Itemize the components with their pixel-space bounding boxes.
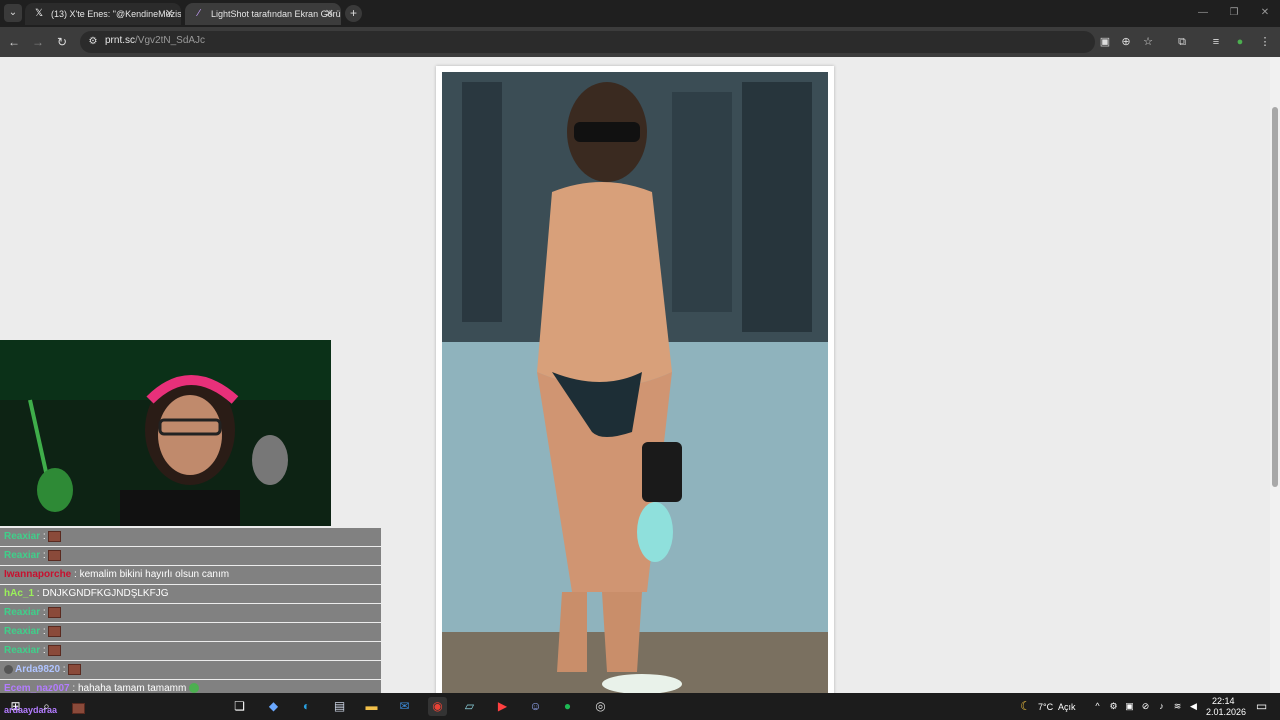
emote-icon bbox=[47, 625, 61, 637]
emote-icon bbox=[67, 663, 81, 675]
edge-browser-icon[interactable]: ◐ bbox=[297, 697, 316, 716]
chat-username: hAc_1 bbox=[4, 588, 35, 599]
chat-message: Reaxiar : bbox=[0, 642, 381, 660]
discord-icon[interactable]: ☺ bbox=[526, 697, 545, 716]
back-arrow-icon[interactable]: ← bbox=[6, 34, 22, 50]
forward-arrow-icon[interactable]: → bbox=[30, 34, 46, 50]
close-window-button[interactable]: ✕ bbox=[1250, 4, 1280, 22]
screenshot-image bbox=[442, 72, 828, 696]
weather-text: Açık bbox=[1058, 702, 1076, 712]
clock-date[interactable]: 2.01.2026 bbox=[1206, 707, 1246, 717]
chat-username: Reaxiar bbox=[4, 626, 41, 637]
chat-message: Reaxiar : bbox=[0, 528, 381, 546]
chat-username: Iwannaporche bbox=[4, 569, 72, 580]
address-toolbar: ← → ↻ ⚙ prnt.sc/Vgv2tN_SdAJc ▣ ⊕ ☆ ⧉ ≡ ●… bbox=[0, 27, 1280, 57]
chat-message: Reaxiar : bbox=[0, 623, 381, 641]
zoom-icon[interactable]: ⊕ bbox=[1118, 34, 1134, 50]
profile-avatar-icon[interactable]: ● bbox=[1232, 34, 1248, 50]
emote-icon bbox=[72, 703, 85, 714]
page-scrollbar[interactable] bbox=[1270, 57, 1280, 693]
bookmark-star-icon[interactable]: ☆ bbox=[1140, 34, 1156, 50]
tab-lightshot[interactable]: ∕ LightShot tarafından Ekran Görüntüsü ✕ bbox=[185, 3, 341, 25]
chat-message: hAc_1 : DNJKGNDFKGJNDŞLKFJG bbox=[0, 585, 381, 603]
reload-icon[interactable]: ↻ bbox=[54, 34, 70, 50]
search-icon[interactable]: ⌕ bbox=[37, 697, 56, 716]
media-control-icon[interactable]: ≡ bbox=[1208, 34, 1224, 50]
mail-icon[interactable]: ✉ bbox=[395, 697, 414, 716]
tab-label: LightShot tarafından Ekran Görüntüsü bbox=[211, 9, 341, 19]
weather-temp: 7°C bbox=[1038, 702, 1054, 712]
chat-message: Iwannaporche : kemalim bikini hayırlı ol… bbox=[0, 566, 381, 584]
store-icon[interactable]: ▤ bbox=[330, 697, 349, 716]
new-tab-button[interactable]: + bbox=[345, 5, 362, 22]
chat-message: Arda9820 : bbox=[0, 661, 381, 679]
minimize-button[interactable]: — bbox=[1188, 4, 1218, 22]
obs-icon[interactable]: ◎ bbox=[591, 697, 610, 716]
volume-icon[interactable]: ◀ bbox=[1184, 697, 1203, 716]
extensions-icon[interactable]: ⧉ bbox=[1174, 34, 1190, 50]
copilot-icon[interactable]: ◆ bbox=[264, 697, 283, 716]
video-app-icon[interactable]: ▶ bbox=[493, 697, 512, 716]
emote-icon bbox=[47, 549, 61, 561]
emote-icon bbox=[47, 606, 61, 618]
feather-icon: ∕ bbox=[198, 8, 200, 19]
tab-close-icon[interactable]: ✕ bbox=[325, 3, 334, 25]
badge-icon bbox=[4, 664, 13, 674]
windows-taskbar: ⊞ ardaaydaraa ⌕ ❏ ◆ ◐ ▤ ▬ ✉ ◉ ▱ ▶ ☺ ● ◎ … bbox=[0, 693, 1280, 720]
scrollbar-thumb[interactable] bbox=[1272, 107, 1278, 487]
omnibox[interactable]: ⚙ prnt.sc/Vgv2tN_SdAJc bbox=[80, 31, 1095, 53]
x-logo-icon: 𝕏 bbox=[34, 8, 44, 19]
site-info-icon[interactable]: ⚙ bbox=[86, 35, 100, 49]
task-view-icon[interactable]: ❏ bbox=[230, 697, 249, 716]
tab-twitter[interactable]: 𝕏 (13) X'te Enes: "@KendineMuzisyen ✕ bbox=[25, 3, 181, 25]
chat-message: Reaxiar : bbox=[0, 604, 381, 622]
stream-chat: Reaxiar : Reaxiar : Iwannaporche : kemal… bbox=[0, 528, 381, 720]
menu-kebab-icon[interactable]: ⋮ bbox=[1257, 34, 1273, 50]
smile-emote-icon bbox=[189, 683, 200, 694]
chat-username: Reaxiar bbox=[4, 531, 41, 542]
spotify-icon[interactable]: ● bbox=[558, 697, 577, 716]
browser-tab-bar: ⌄ 𝕏 (13) X'te Enes: "@KendineMuzisyen ✕ … bbox=[0, 0, 1280, 27]
cast-icon[interactable]: ▣ bbox=[1097, 34, 1113, 50]
notification-icon[interactable]: ▭ bbox=[1252, 697, 1271, 716]
chrome-icon[interactable]: ◉ bbox=[428, 697, 447, 716]
chat-username: Reaxiar bbox=[4, 550, 41, 561]
emote-icon bbox=[47, 644, 61, 656]
clock-time[interactable]: 22:14 bbox=[1212, 696, 1235, 706]
chat-username: Arda9820 bbox=[15, 664, 61, 675]
chat-message: Reaxiar : bbox=[0, 547, 381, 565]
tab-label: (13) X'te Enes: "@KendineMuzisyen bbox=[51, 9, 181, 19]
moon-weather-icon: ☾ bbox=[1020, 699, 1031, 713]
webcam-overlay bbox=[0, 340, 331, 526]
url-text[interactable]: prnt.sc/Vgv2tN_SdAJc bbox=[105, 35, 205, 46]
tab-search-chevron-icon[interactable]: ⌄ bbox=[4, 4, 22, 22]
emote-icon bbox=[47, 530, 61, 542]
chat-username: Reaxiar bbox=[4, 645, 41, 656]
chat-username: Reaxiar bbox=[4, 607, 41, 618]
screenshot-frame bbox=[436, 66, 834, 696]
file-explorer-icon[interactable]: ▬ bbox=[362, 697, 381, 716]
maximize-button[interactable]: ❐ bbox=[1219, 4, 1249, 22]
notepad-icon[interactable]: ▱ bbox=[460, 697, 479, 716]
tab-close-icon[interactable]: ✕ bbox=[165, 3, 174, 25]
